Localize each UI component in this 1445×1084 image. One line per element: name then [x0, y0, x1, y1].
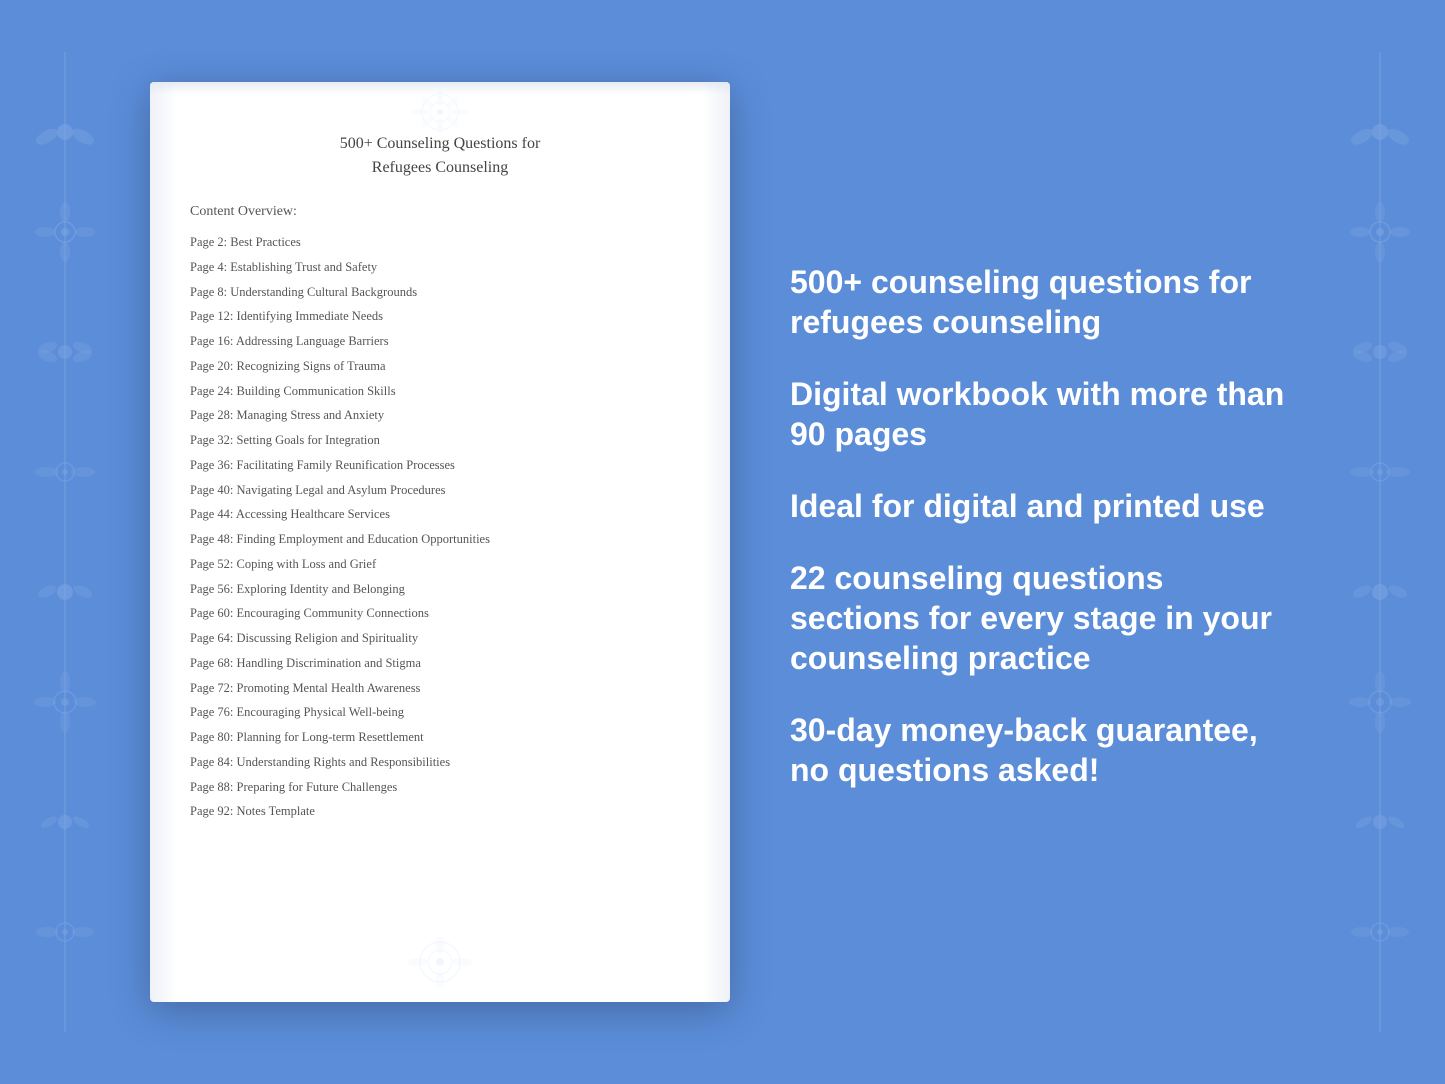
feature-text-2: Digital workbook with more than 90 pages [790, 374, 1295, 454]
toc-page-num: Page 36: [190, 458, 233, 472]
toc-page-num: Page 32: [190, 433, 233, 447]
toc-list: Page 2: Best PracticesPage 4: Establishi… [190, 230, 690, 824]
toc-topic: Navigating Legal and Asylum Procedures [237, 483, 446, 497]
toc-item: Page 32: Setting Goals for Integration [190, 428, 690, 453]
toc-topic: Planning for Long-term Resettlement [237, 730, 424, 744]
toc-topic: Managing Stress and Anxiety [237, 408, 385, 422]
toc-page-num: Page 28: [190, 408, 233, 422]
toc-topic: Coping with Loss and Grief [237, 557, 377, 571]
toc-page-num: Page 20: [190, 359, 233, 373]
content-overview-label: Content Overview: [190, 204, 690, 220]
feature-text-3: Ideal for digital and printed use [790, 486, 1295, 526]
toc-item: Page 44: Accessing Healthcare Services [190, 502, 690, 527]
toc-topic: Recognizing Signs of Trauma [237, 359, 386, 373]
toc-page-num: Page 44: [190, 507, 233, 521]
feature-text-4: 22 counseling questions sections for eve… [790, 558, 1295, 678]
document-title: 500+ Counseling Questions for Refugees C… [190, 132, 690, 180]
toc-page-num: Page 60: [190, 606, 233, 620]
toc-topic: Facilitating Family Reunification Proces… [237, 458, 455, 472]
toc-topic: Accessing Healthcare Services [236, 507, 390, 521]
toc-item: Page 80: Planning for Long-term Resettle… [190, 725, 690, 750]
main-content: 500+ Counseling Questions for Refugees C… [0, 0, 1445, 1084]
toc-topic: Building Communication Skills [237, 384, 396, 398]
toc-item: Page 68: Handling Discrimination and Sti… [190, 651, 690, 676]
document-panel: 500+ Counseling Questions for Refugees C… [150, 82, 730, 1002]
toc-page-num: Page 76: [190, 705, 233, 719]
toc-page-num: Page 88: [190, 780, 233, 794]
toc-topic: Preparing for Future Challenges [237, 780, 398, 794]
toc-item: Page 52: Coping with Loss and Grief [190, 552, 690, 577]
toc-item: Page 2: Best Practices [190, 230, 690, 255]
toc-page-num: Page 4: [190, 260, 227, 274]
toc-item: Page 76: Encouraging Physical Well-being [190, 700, 690, 725]
toc-item: Page 60: Encouraging Community Connectio… [190, 601, 690, 626]
toc-item: Page 20: Recognizing Signs of Trauma [190, 354, 690, 379]
watermark-bottom [310, 937, 570, 992]
toc-topic: Promoting Mental Health Awareness [237, 681, 421, 695]
feature-text-1: 500+ counseling questions for refugees c… [790, 262, 1295, 342]
toc-page-num: Page 8: [190, 285, 227, 299]
toc-page-num: Page 92: [190, 804, 233, 818]
toc-topic: Best Practices [230, 235, 300, 249]
toc-page-num: Page 64: [190, 631, 233, 645]
toc-topic: Notes Template [237, 804, 315, 818]
toc-topic: Understanding Cultural Backgrounds [230, 285, 417, 299]
toc-page-num: Page 68: [190, 656, 233, 670]
toc-item: Page 48: Finding Employment and Educatio… [190, 527, 690, 552]
toc-topic: Discussing Religion and Spirituality [237, 631, 419, 645]
toc-item: Page 84: Understanding Rights and Respon… [190, 750, 690, 775]
toc-item: Page 56: Exploring Identity and Belongin… [190, 577, 690, 602]
toc-topic: Finding Employment and Education Opportu… [237, 532, 490, 546]
toc-item: Page 92: Notes Template [190, 799, 690, 824]
toc-page-num: Page 56: [190, 582, 233, 596]
toc-item: Page 36: Facilitating Family Reunificati… [190, 453, 690, 478]
toc-page-num: Page 52: [190, 557, 233, 571]
toc-item: Page 4: Establishing Trust and Safety [190, 255, 690, 280]
toc-item: Page 64: Discussing Religion and Spiritu… [190, 626, 690, 651]
toc-page-num: Page 2: [190, 235, 227, 249]
toc-page-num: Page 16: [190, 334, 233, 348]
doc-left-strip [150, 82, 178, 1002]
toc-item: Page 72: Promoting Mental Health Awarene… [190, 676, 690, 701]
toc-topic: Setting Goals for Integration [237, 433, 380, 447]
text-panel: 500+ counseling questions for refugees c… [790, 242, 1295, 842]
toc-item: Page 28: Managing Stress and Anxiety [190, 403, 690, 428]
toc-item: Page 16: Addressing Language Barriers [190, 329, 690, 354]
toc-page-num: Page 72: [190, 681, 233, 695]
toc-topic: Establishing Trust and Safety [230, 260, 377, 274]
toc-page-num: Page 24: [190, 384, 233, 398]
toc-page-num: Page 84: [190, 755, 233, 769]
doc-right-strip [702, 82, 730, 1002]
toc-page-num: Page 48: [190, 532, 233, 546]
toc-topic: Encouraging Physical Well-being [237, 705, 404, 719]
toc-item: Page 12: Identifying Immediate Needs [190, 304, 690, 329]
toc-topic: Identifying Immediate Needs [237, 309, 383, 323]
toc-topic: Addressing Language Barriers [236, 334, 389, 348]
toc-topic: Handling Discrimination and Stigma [237, 656, 421, 670]
toc-item: Page 88: Preparing for Future Challenges [190, 775, 690, 800]
toc-page-num: Page 40: [190, 483, 233, 497]
toc-item: Page 40: Navigating Legal and Asylum Pro… [190, 478, 690, 503]
feature-text-5: 30-day money-back guarantee, no question… [790, 710, 1295, 790]
toc-topic: Encouraging Community Connections [237, 606, 429, 620]
toc-topic: Exploring Identity and Belonging [237, 582, 405, 596]
toc-page-num: Page 80: [190, 730, 233, 744]
toc-topic: Understanding Rights and Responsibilitie… [237, 755, 451, 769]
toc-item: Page 8: Understanding Cultural Backgroun… [190, 280, 690, 305]
toc-item: Page 24: Building Communication Skills [190, 379, 690, 404]
toc-page-num: Page 12: [190, 309, 233, 323]
